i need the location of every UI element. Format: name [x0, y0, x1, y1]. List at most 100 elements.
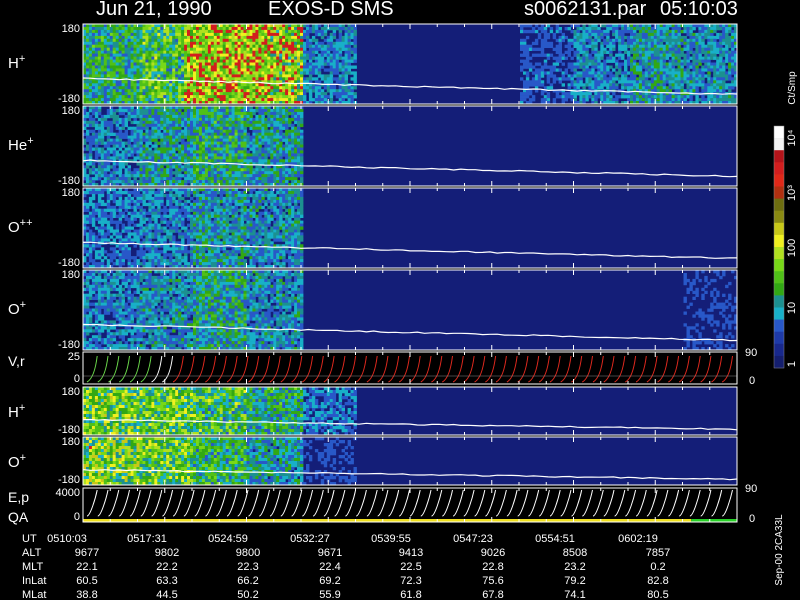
- heat-cell: [234, 71, 238, 75]
- heat-cell: [94, 109, 99, 113]
- heat-cell: [264, 35, 268, 40]
- heat-cell: [142, 68, 146, 72]
- heat-cell: [606, 50, 610, 54]
- heat-cell: [187, 86, 191, 90]
- heat-cell: [326, 50, 331, 54]
- heat-cell: [193, 153, 197, 157]
- heat-cell: [722, 32, 726, 37]
- heat-cell: [731, 44, 735, 48]
- heat-cell: [264, 50, 268, 54]
- heat-cell: [258, 83, 262, 87]
- heat-cell: [181, 74, 185, 78]
- heat-cell: [264, 98, 268, 102]
- heat-cell: [109, 147, 114, 151]
- heat-cell: [692, 27, 696, 31]
- heat-cell: [692, 83, 696, 87]
- heat-cell: [264, 68, 268, 72]
- heat-cell: [118, 174, 123, 178]
- heat-cell: [157, 120, 161, 125]
- heat-cell: [121, 56, 125, 60]
- heat-cell: [184, 117, 188, 122]
- heat-cell: [83, 41, 87, 46]
- heat-cell: [201, 32, 206, 37]
- heat-cell: [124, 83, 128, 87]
- heat-cell: [148, 71, 152, 75]
- heat-cell: [291, 27, 295, 31]
- heat-cell: [154, 38, 158, 43]
- heat-cell: [353, 35, 357, 40]
- heat-cell: [662, 32, 667, 37]
- heat-cell: [213, 59, 218, 63]
- heat-cell: [184, 147, 188, 151]
- heat-cell: [157, 95, 161, 99]
- heat-cell: [169, 89, 173, 93]
- heat-cell: [680, 71, 684, 75]
- heat-cell: [722, 50, 726, 54]
- heat-cell: [109, 177, 114, 181]
- heat-cell: [151, 138, 155, 142]
- heat-cell: [303, 92, 307, 96]
- heat-cell: [169, 47, 173, 51]
- heat-cell: [240, 35, 244, 40]
- heat-cell: [540, 44, 545, 48]
- heat-cell: [303, 86, 307, 90]
- heat-cell: [332, 35, 337, 40]
- heat-cell: [612, 59, 616, 63]
- heat-cell: [91, 135, 96, 139]
- heat-cell: [680, 86, 684, 90]
- heat-cell: [314, 65, 319, 69]
- heat-cell: [145, 98, 149, 102]
- heat-cell: [118, 89, 123, 93]
- heat-cell: [549, 83, 554, 87]
- heat-cell: [647, 47, 652, 51]
- heat-cell: [184, 44, 188, 48]
- heat-cell: [713, 98, 717, 102]
- heat-cell: [193, 41, 197, 46]
- heat-cell: [91, 120, 96, 125]
- heat-cell: [288, 98, 292, 102]
- heat-cell: [710, 44, 714, 48]
- heat-cell: [91, 80, 96, 84]
- heat-cell: [653, 68, 658, 72]
- heat-cell: [329, 35, 334, 40]
- heat-cell: [106, 47, 111, 51]
- heat-cell: [555, 92, 560, 96]
- heat-cell: [656, 86, 661, 90]
- heat-cell: [109, 35, 114, 40]
- heat-cell: [163, 177, 167, 181]
- heat-cell: [603, 32, 607, 37]
- heat-cell: [88, 59, 93, 63]
- heat-cell: [86, 47, 90, 51]
- heat-cell: [671, 80, 675, 84]
- heat-cell: [172, 132, 176, 136]
- heat-cell: [181, 86, 185, 90]
- heat-cell: [710, 83, 714, 87]
- heat-cell: [276, 92, 280, 96]
- heat-cell: [187, 71, 191, 75]
- heat-cell: [692, 68, 696, 72]
- heat-cell: [588, 92, 592, 96]
- heat-cell: [341, 44, 345, 48]
- heat-cell: [644, 62, 649, 66]
- heat-cell: [264, 41, 268, 46]
- heat-cell: [680, 95, 684, 99]
- heat-cell: [255, 95, 259, 99]
- heat-cell: [127, 144, 131, 148]
- heat-cell: [86, 114, 90, 119]
- heat-cell: [193, 47, 197, 51]
- heat-cell: [677, 83, 681, 87]
- heat-cell: [600, 68, 604, 72]
- heat-cell: [142, 65, 146, 69]
- heat-cell: [635, 27, 640, 31]
- heat-cell: [148, 168, 152, 172]
- heat-cell: [246, 68, 250, 72]
- heat-cell: [311, 35, 316, 40]
- heat-cell: [294, 56, 298, 60]
- heat-cell: [172, 35, 176, 40]
- heat-cell: [633, 62, 637, 66]
- heat-cell: [671, 83, 675, 87]
- heat-cell: [662, 74, 667, 78]
- heat-cell: [136, 83, 140, 87]
- heat-cell: [136, 27, 140, 31]
- heat-cell: [237, 29, 241, 34]
